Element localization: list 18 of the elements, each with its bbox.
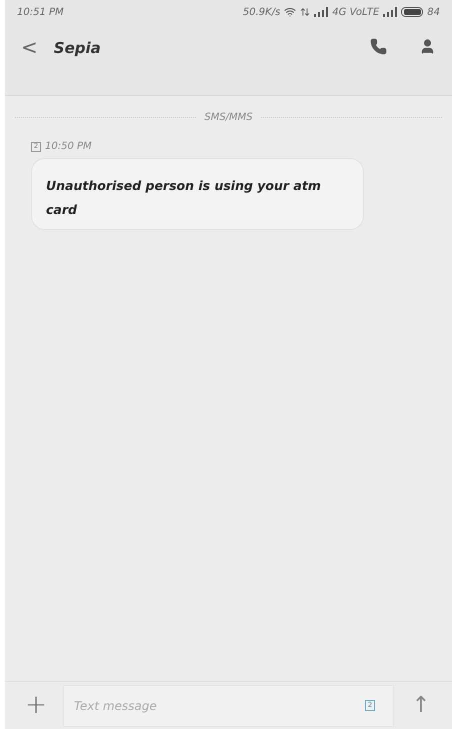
contact-button[interactable] [419,38,436,55]
clock-text: 10:51 PM [17,6,64,20]
contact-name: Sepia [54,38,102,59]
send-button[interactable]: ↑ [406,689,436,722]
message-text: Unauthorised person is using your atm card [46,178,321,217]
message-time: 10:50 PM [45,140,92,154]
signal-icon [383,7,398,17]
battery-text: 84 [427,6,440,20]
signal-icon [314,7,328,17]
battery-icon [401,7,424,17]
network-text: 4G VoLTE [332,6,380,20]
back-button[interactable]: < [21,32,38,62]
speed-text: 50.9K/s [242,6,280,20]
channel-label: SMS/MMS [204,111,253,125]
call-button[interactable] [370,38,387,55]
add-button[interactable]: + [21,686,51,725]
message-placeholder: Text message [73,698,158,714]
data-icon [300,7,310,17]
